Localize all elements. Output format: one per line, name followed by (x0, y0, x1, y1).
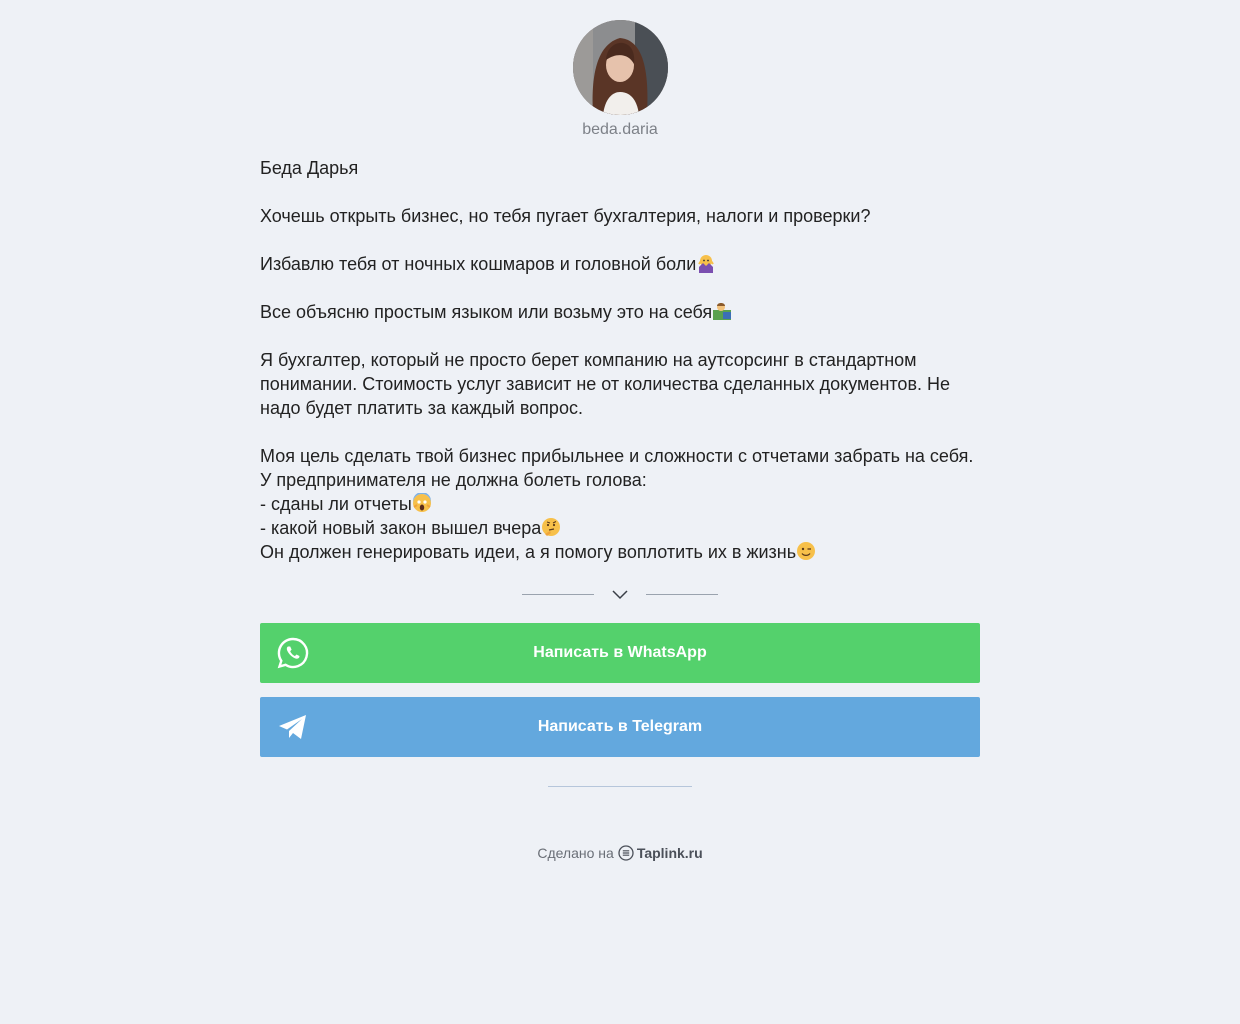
bio-text: Беда Дарья Хочешь открыть бизнес, но теб… (260, 156, 980, 564)
username: beda.daria (582, 121, 658, 138)
taplink-logo-icon (618, 845, 634, 861)
winking-face-emoji-icon (797, 542, 816, 560)
bio-line-text: Избавлю тебя от ночных кошмаров и головн… (260, 254, 697, 274)
bio-line-text: - какой новый закон вышел вчера (260, 518, 542, 538)
screaming-face-emoji-icon (412, 493, 431, 512)
divider-line (646, 594, 718, 595)
made-on-label: Сделано на (537, 845, 614, 861)
bio-line: понимании. Стоимость услуг зависит не от… (260, 374, 951, 394)
whatsapp-icon (277, 637, 309, 669)
bio-line-text: Все объясню простым языком или возьму эт… (260, 302, 713, 322)
page: beda.daria Беда Дарья Хочешь открыть биз… (0, 0, 1240, 1024)
office-worker-emoji-icon (713, 303, 732, 320)
footer[interactable]: Сделано на Taplink.ru (0, 845, 1240, 861)
bio-line: Моя цель сделать твой бизнес прибыльнее … (260, 446, 974, 466)
whatsapp-button[interactable]: Написать в WhatsApp (260, 623, 980, 683)
whatsapp-button-label: Написать в WhatsApp (533, 644, 707, 661)
bio-line: надо будет платить за каждый вопрос. (260, 398, 583, 418)
profile-photo-icon (573, 20, 668, 115)
bio-line: Хочешь открыть бизнес, но тебя пугает бу… (260, 206, 871, 226)
divider-line (548, 786, 692, 787)
bio-line: Избавлю тебя от ночных кошмаров и головн… (260, 252, 980, 276)
avatar[interactable] (573, 20, 668, 115)
telegram-button[interactable]: Написать в Telegram (260, 697, 980, 757)
chevron-down-icon[interactable] (611, 588, 629, 600)
bio-line: - какой новый закон вышел вчера (260, 516, 980, 540)
bio-name: Беда Дарья (260, 158, 359, 178)
bio-line: Все объясню простым языком или возьму эт… (260, 300, 980, 324)
telegram-icon (279, 715, 306, 739)
bio-line: - сданы ли отчеты (260, 492, 980, 516)
bio-line: Он должен генерировать идеи, а я помогу … (260, 540, 980, 564)
taplink-brand-link[interactable]: Taplink.ru (637, 845, 703, 861)
telegram-button-label: Написать в Telegram (537, 718, 703, 735)
person-gesturing-no-emoji-icon (698, 255, 715, 273)
bio-line: У предпринимателя не должна болеть голов… (260, 470, 647, 490)
expand-divider[interactable] (522, 586, 718, 604)
bio-line: Я бухгалтер, который не просто берет ком… (260, 350, 917, 370)
thinking-face-emoji-icon (542, 518, 561, 536)
bio-line-text: Он должен генерировать идеи, а я помогу … (260, 542, 797, 562)
bio-line-text: - сданы ли отчеты (260, 494, 412, 514)
divider-line (522, 594, 594, 595)
